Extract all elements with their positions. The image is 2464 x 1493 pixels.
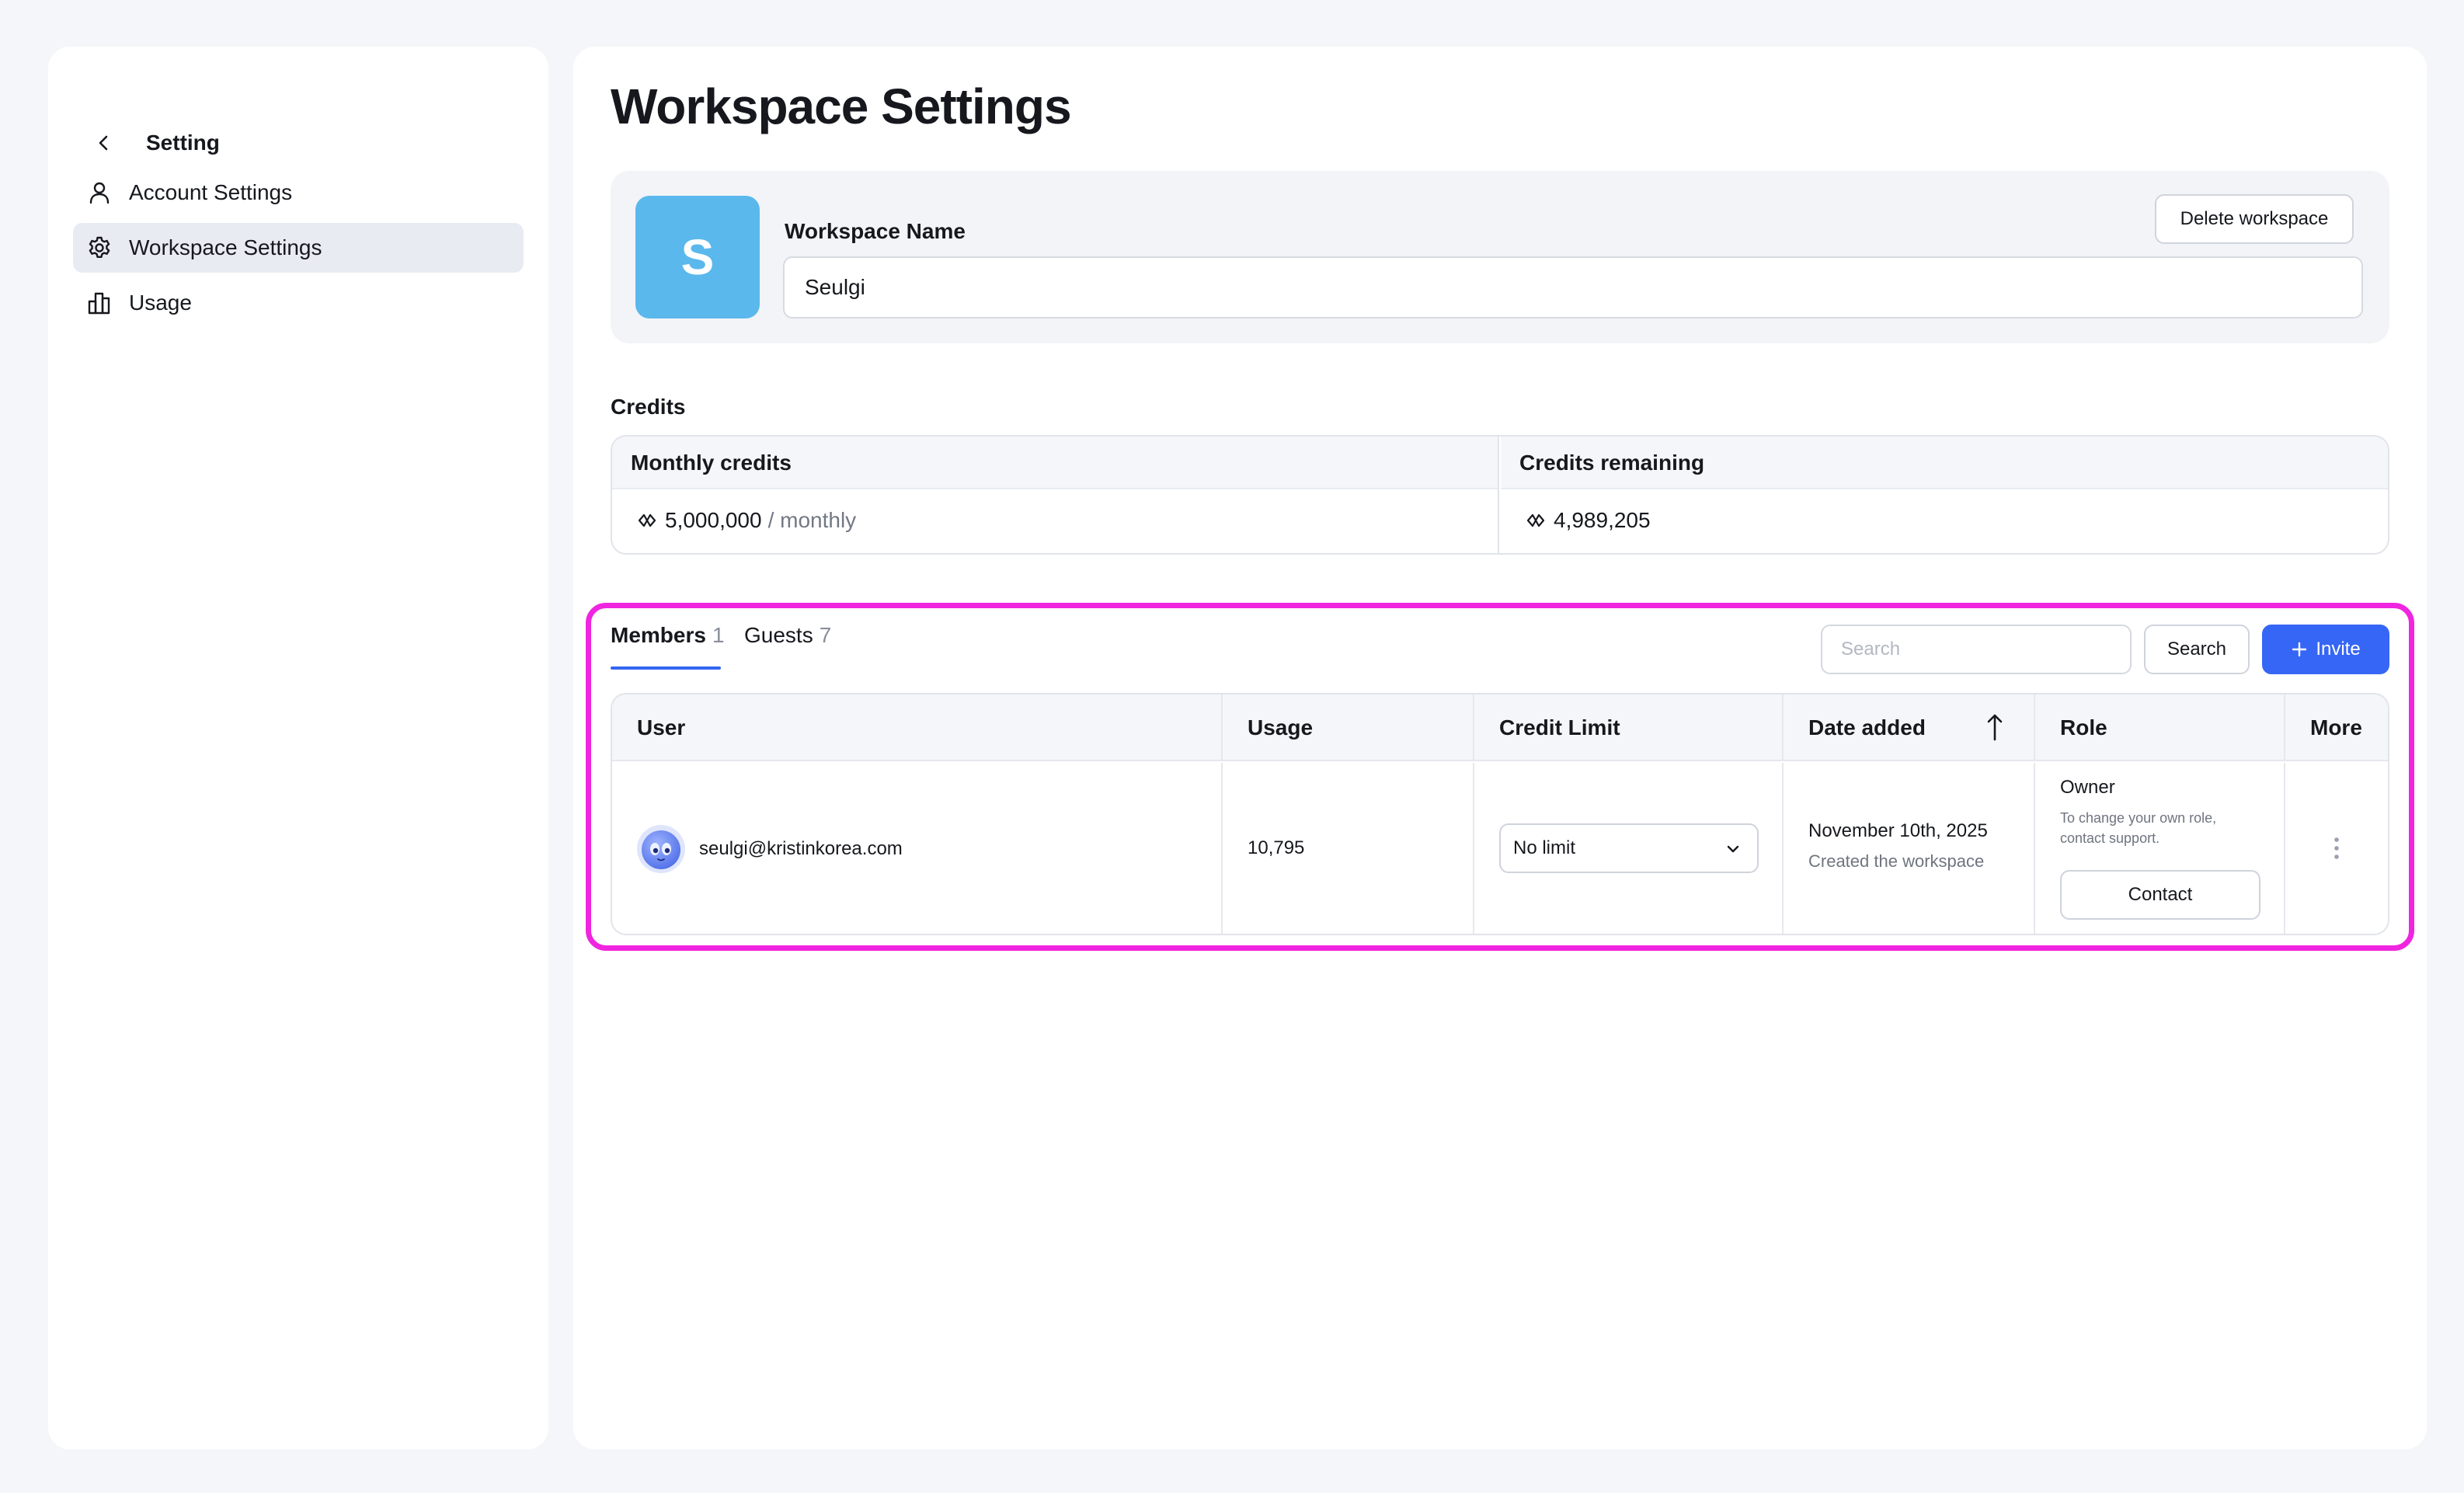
search-input[interactable] [1821, 625, 2132, 674]
credits-remaining-column: Credits remaining 4,989,205 [1501, 437, 2388, 553]
sidebar-item-usage[interactable]: Usage [73, 278, 524, 328]
credits-title: Credits [611, 395, 686, 419]
usage-value: 10,795 [1248, 837, 1305, 858]
date-added-value: November 10th, 2025 [1808, 820, 1988, 841]
workspace-avatar[interactable]: S [635, 196, 760, 318]
date-added-cell: November 10th, 2025 Created the workspac… [1784, 763, 2035, 934]
role-cell: Owner To change your own role, contact s… [2035, 763, 2285, 934]
more-cell [2285, 763, 2388, 934]
workspace-card: S Workspace Name Seulgi Delete workspace [611, 171, 2389, 343]
avatar [637, 825, 685, 873]
more-vertical-icon[interactable] [2326, 831, 2347, 865]
column-header-user: User [612, 694, 1223, 760]
credit-limit-cell: No limit [1474, 763, 1784, 934]
bar-chart-icon [85, 289, 113, 317]
column-header-role: Role [2035, 694, 2285, 760]
table-header: User Usage Credit Limit Date added Role … [612, 694, 2388, 761]
sidebar-item-workspace-settings[interactable]: Workspace Settings [73, 223, 524, 273]
sidebar-item-label: Workspace Settings [129, 235, 322, 259]
settings-sidebar: Setting Account Settings Workspace Setti… [48, 47, 548, 1449]
credit-limit-select[interactable]: No limit [1499, 823, 1759, 873]
page-title: Workspace Settings [611, 78, 1072, 134]
tab-guests[interactable]: Guests 7 [744, 623, 831, 668]
credits-card: Monthly credits 5,000,000 / monthly Cred… [611, 435, 2389, 555]
column-header-more: More [2310, 715, 2362, 740]
column-header-date-added[interactable]: Date added [1784, 694, 2035, 760]
tab-count: 7 [819, 623, 832, 647]
tab-label: Guests [744, 623, 813, 647]
credits-remaining-value-row: 4,989,205 [1501, 489, 2388, 552]
chevron-down-icon [1724, 840, 1742, 858]
role-value: Owner [2060, 777, 2115, 798]
tab-count: 1 [712, 623, 725, 647]
column-header-credit-limit: Credit Limit [1474, 694, 1784, 760]
contact-button[interactable]: Contact [2060, 870, 2260, 920]
tab-label: Members [611, 623, 706, 647]
active-tab-indicator [611, 666, 721, 670]
user-icon [85, 179, 113, 207]
user-email: seulgi@kristinkorea.com [699, 838, 903, 859]
credits-remaining-value: 4,989,205 [1554, 508, 1651, 532]
sidebar-title: Setting [146, 131, 220, 155]
workspace-name-input[interactable]: Seulgi [783, 256, 2363, 318]
sidebar-item-account-settings[interactable]: Account Settings [73, 168, 524, 218]
table-row: seulgi@kristinkorea.com 10,795 No limit … [612, 763, 2388, 934]
credit-limit-value: No limit [1513, 837, 1576, 858]
plus-icon [2291, 641, 2308, 658]
workspace-settings-panel: Workspace Settings S Workspace Name Seul… [573, 47, 2427, 1449]
monthly-credits-value-row: 5,000,000 / monthly [612, 489, 1498, 552]
search-button[interactable]: Search [2144, 625, 2250, 674]
sidebar-item-label: Account Settings [129, 180, 293, 204]
monthly-credits-column: Monthly credits 5,000,000 / monthly [612, 437, 1499, 553]
workspace-name-label: Workspace Name [785, 219, 966, 243]
gear-icon [85, 234, 113, 262]
date-added-note: Created the workspace [1808, 851, 1985, 871]
monthly-credits-unit: / monthly [767, 508, 857, 532]
user-cell: seulgi@kristinkorea.com [612, 763, 1223, 934]
invite-label: Invite [2316, 639, 2361, 659]
sidebar-item-label: Usage [129, 291, 192, 315]
delete-workspace-button[interactable]: Delete workspace [2155, 194, 2354, 244]
credit-icon [637, 510, 657, 531]
members-table: User Usage Credit Limit Date added Role … [611, 693, 2389, 935]
role-note: To change your own role, contact support… [2060, 810, 2217, 846]
column-header-label: Date added [1808, 715, 1926, 740]
sidebar-header: Setting [85, 126, 220, 160]
monthly-credits-value: 5,000,000 [665, 508, 762, 532]
credit-icon [1526, 510, 1546, 531]
usage-cell: 10,795 [1223, 763, 1474, 934]
monthly-credits-label: Monthly credits [612, 437, 1498, 489]
chevron-left-icon[interactable] [87, 126, 121, 160]
arrow-up-icon[interactable] [1985, 712, 2004, 743]
tab-members[interactable]: Members 1 [611, 623, 725, 668]
column-header-usage: Usage [1223, 694, 1474, 760]
invite-button[interactable]: Invite [2262, 625, 2389, 674]
credits-remaining-label: Credits remaining [1501, 437, 2388, 489]
